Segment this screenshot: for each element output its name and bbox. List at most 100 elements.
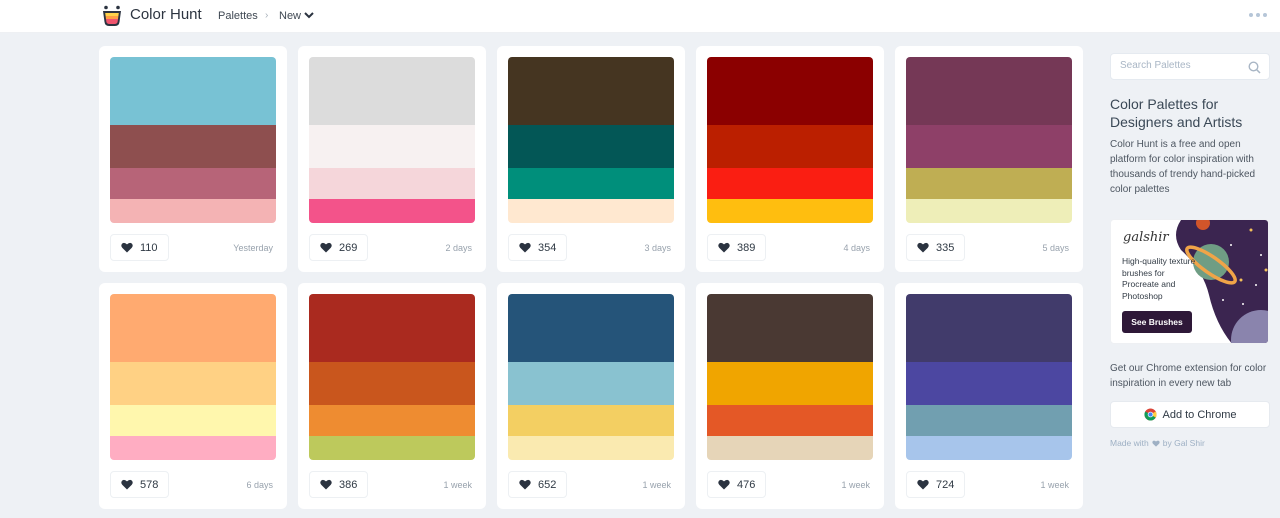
color-swatch[interactable]	[906, 362, 1072, 405]
palette-swatches[interactable]	[110, 57, 276, 223]
like-button[interactable]: 354	[508, 234, 568, 261]
brand-name[interactable]: Color Hunt	[130, 6, 202, 23]
heart-icon	[718, 479, 730, 490]
color-swatch[interactable]	[906, 57, 1072, 125]
color-swatch[interactable]	[309, 57, 475, 125]
color-swatch[interactable]	[906, 199, 1072, 223]
search-icon[interactable]	[1248, 61, 1261, 74]
color-swatch[interactable]	[508, 405, 674, 436]
like-button[interactable]: 386	[309, 471, 369, 498]
color-swatch[interactable]	[508, 125, 674, 168]
palette-swatches[interactable]	[110, 294, 276, 460]
palette-card[interactable]: 386 1 week	[298, 283, 486, 509]
color-swatch[interactable]	[508, 57, 674, 125]
breadcrumb-separator: ›	[265, 10, 269, 21]
color-swatch[interactable]	[110, 125, 276, 168]
like-count: 476	[737, 478, 756, 491]
color-swatch[interactable]	[309, 294, 475, 362]
search-input[interactable]	[1120, 60, 1240, 71]
color-swatch[interactable]	[309, 125, 475, 168]
palette-date: 3 days	[644, 243, 671, 253]
chevron-down-icon[interactable]	[304, 11, 314, 19]
color-swatch[interactable]	[906, 405, 1072, 436]
like-button[interactable]: 389	[707, 234, 767, 261]
heart-icon	[917, 242, 929, 253]
color-swatch[interactable]	[508, 294, 674, 362]
color-swatch[interactable]	[110, 168, 276, 199]
palette-swatches[interactable]	[508, 294, 674, 460]
palette-card[interactable]: 652 1 week	[497, 283, 685, 509]
color-swatch[interactable]	[707, 436, 873, 460]
heart-icon	[718, 242, 730, 253]
color-swatch[interactable]	[707, 125, 873, 168]
breadcrumb-palettes[interactable]: Palettes	[218, 10, 258, 22]
color-swatch[interactable]	[707, 405, 873, 436]
see-brushes-button[interactable]: See Brushes	[1122, 311, 1192, 333]
palette-card[interactable]: 476 1 week	[696, 283, 884, 509]
color-swatch[interactable]	[707, 168, 873, 199]
color-swatch[interactable]	[707, 362, 873, 405]
palette-card[interactable]: 389 4 days	[696, 46, 884, 272]
add-to-chrome-button[interactable]: Add to Chrome	[1110, 401, 1270, 428]
palette-card[interactable]: 724 1 week	[895, 283, 1083, 509]
like-button[interactable]: 335	[906, 234, 966, 261]
like-button[interactable]: 269	[309, 234, 369, 261]
palette-swatches[interactable]	[707, 57, 873, 223]
color-swatch[interactable]	[110, 57, 276, 125]
breadcrumb-sort-new[interactable]: New	[279, 10, 301, 22]
palette-date: 1 week	[642, 480, 671, 490]
color-swatch[interactable]	[707, 57, 873, 125]
heart-icon	[121, 242, 133, 253]
palette-card[interactable]: 578 6 days	[99, 283, 287, 509]
like-button[interactable]: 652	[508, 471, 568, 498]
palette-swatches[interactable]	[906, 57, 1072, 223]
color-swatch[interactable]	[906, 436, 1072, 460]
color-swatch[interactable]	[309, 436, 475, 460]
color-swatch[interactable]	[707, 294, 873, 362]
palette-swatches[interactable]	[508, 57, 674, 223]
color-swatch[interactable]	[707, 199, 873, 223]
heart-icon	[121, 479, 133, 490]
color-swatch[interactable]	[110, 436, 276, 460]
color-swatch[interactable]	[906, 168, 1072, 199]
author-link[interactable]: by Gal Shir	[1163, 438, 1205, 448]
color-swatch[interactable]	[309, 199, 475, 223]
color-swatch[interactable]	[110, 362, 276, 405]
like-button[interactable]: 476	[707, 471, 767, 498]
palette-card[interactable]: 269 2 days	[298, 46, 486, 272]
color-swatch[interactable]	[110, 199, 276, 223]
palette-date: Yesterday	[233, 243, 273, 253]
color-swatch[interactable]	[508, 362, 674, 405]
palette-date: 4 days	[843, 243, 870, 253]
color-swatch[interactable]	[508, 168, 674, 199]
color-swatch[interactable]	[110, 405, 276, 436]
color-swatch[interactable]	[309, 405, 475, 436]
palette-swatches[interactable]	[906, 294, 1072, 460]
like-button[interactable]: 578	[110, 471, 170, 498]
palette-card[interactable]: 354 3 days	[497, 46, 685, 272]
palette-card[interactable]: 335 5 days	[895, 46, 1083, 272]
palette-swatches[interactable]	[707, 294, 873, 460]
color-swatch[interactable]	[110, 294, 276, 362]
palette-card[interactable]: 110 Yesterday	[99, 46, 287, 272]
color-swatch[interactable]	[309, 362, 475, 405]
color-swatch[interactable]	[508, 436, 674, 460]
advertisement-banner[interactable]: galshir High-quality texture brushes for…	[1110, 219, 1269, 344]
like-button[interactable]: 724	[906, 471, 966, 498]
chrome-icon	[1143, 408, 1157, 421]
palette-swatches[interactable]	[309, 57, 475, 223]
palette-date: 1 week	[1040, 480, 1069, 490]
like-count: 335	[936, 241, 955, 254]
color-swatch[interactable]	[906, 125, 1072, 168]
ellipsis-icon	[1249, 13, 1253, 17]
like-button[interactable]: 110	[110, 234, 169, 261]
palette-swatches[interactable]	[309, 294, 475, 460]
color-swatch[interactable]	[309, 168, 475, 199]
made-with-credit: Made with by Gal Shir	[1110, 438, 1205, 448]
color-hunt-logo-icon[interactable]	[102, 5, 122, 27]
color-swatch[interactable]	[906, 294, 1072, 362]
color-swatch[interactable]	[508, 199, 674, 223]
heart-icon	[320, 479, 332, 490]
search-palettes-field[interactable]	[1110, 53, 1270, 80]
more-options-button[interactable]	[1249, 13, 1267, 17]
